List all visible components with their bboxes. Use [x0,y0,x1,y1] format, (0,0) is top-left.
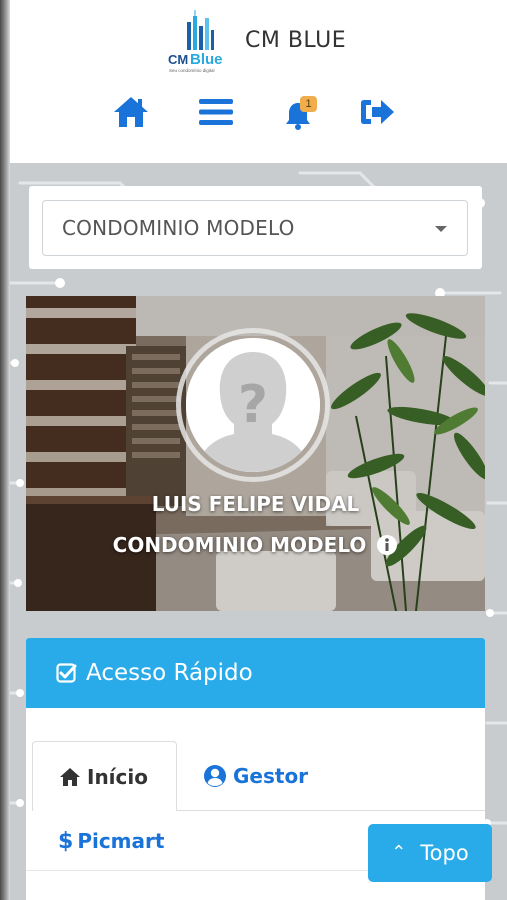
top-nav: 1 [0,92,507,132]
home-icon [114,97,148,127]
tab-inicio-label: Início [87,764,148,789]
user-condo: CONDOMINIO MODELO [26,533,485,557]
caret-down-icon [435,226,447,232]
unknown-user-avatar: ? [186,338,320,472]
svg-text:?: ? [238,375,268,435]
bars-icon [199,99,233,125]
user-name: LUIS FELIPE VIDAL [151,492,360,516]
scroll-top-label: Topo [420,841,469,865]
notifications-button[interactable]: 1 [276,92,320,132]
logo-tagline: Seu condomínio digital [169,68,215,73]
profile-banner: ? LUIS FELIPE VIDAL CONDOMINIO MODELO [26,296,485,611]
notifications-badge: 1 [300,96,317,112]
quick-access-title: Acesso Rápido [86,660,253,686]
condo-select[interactable]: CONDOMINIO MODELO [42,200,468,256]
check-square-icon [56,663,77,683]
brand-logo: CM Blue Seu condomínio digital [165,8,235,78]
brand-name: CM BLUE [245,27,347,53]
app-header: CM Blue Seu condomínio digital CM BLUE 1 [0,0,507,163]
quick-access-header: Acesso Rápido [26,638,485,708]
condo-select-value: CONDOMINIO MODELO [62,216,295,240]
user-circle-icon [204,765,226,787]
logo-blue-text: Blue [190,51,223,68]
home-icon [60,767,80,786]
dollar-icon: $ [58,828,74,854]
info-circle-icon[interactable] [376,534,398,556]
tab-inicio[interactable]: Início [32,741,177,811]
left-edge-shadow [0,0,10,900]
tab-gestor-label: Gestor [233,764,309,788]
home-button[interactable] [109,92,153,132]
logo-cm-text: CM [168,52,188,67]
logout-button[interactable] [355,92,399,132]
tab-picmart-label: Picmart [77,829,165,853]
brand[interactable]: CM Blue Seu condomínio digital CM BLUE [165,8,405,78]
tab-picmart[interactable]: $ Picmart [58,824,164,858]
tab-gestor[interactable]: Gestor [203,741,308,811]
user-condo-name: CONDOMINIO MODELO [112,533,367,557]
menu-button[interactable] [194,92,238,132]
chevron-up-icon: ⌃ [391,841,407,863]
avatar[interactable]: ? [186,338,320,472]
sign-out-icon [361,100,394,124]
scroll-top-button[interactable]: ⌃ Topo [368,824,492,882]
condo-select-card: CONDOMINIO MODELO [29,186,482,269]
